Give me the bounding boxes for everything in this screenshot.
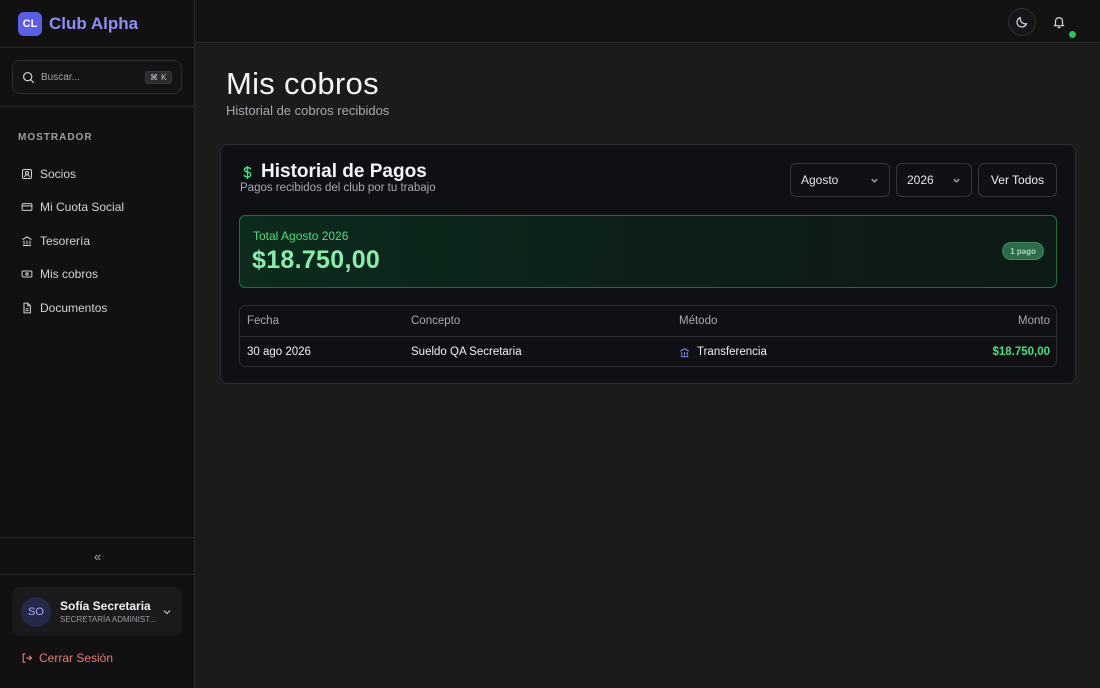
month-select-value: Agosto xyxy=(801,173,839,187)
year-select-value: 2026 xyxy=(907,173,934,187)
total-label: Total Agosto 2026 xyxy=(253,229,349,243)
avatar: SO xyxy=(21,596,51,627)
sidebar-item-documentos[interactable]: Documentos xyxy=(0,291,194,325)
brand-name: Club Alpha xyxy=(49,13,139,33)
user-role: SECRETARÍA ADMINIST... xyxy=(60,615,156,624)
page-title: Mis cobros xyxy=(226,66,379,101)
sidebar-item-tesoreria[interactable]: Tesorería xyxy=(0,224,194,258)
logout-button[interactable]: Cerrar Sesión xyxy=(21,651,113,665)
card-title-text: Historial de Pagos xyxy=(261,161,427,182)
year-select[interactable]: 2026 xyxy=(896,163,972,197)
column-header-monto: Monto xyxy=(1018,315,1050,327)
user-menu[interactable]: SO Sofía Secretaria SECRETARÍA ADMINIST.… xyxy=(12,587,182,636)
bank-icon xyxy=(680,347,689,357)
sidebar-item-cuota-social[interactable]: Mi Cuota Social xyxy=(0,191,194,225)
cell-method: Transferencia xyxy=(679,346,879,358)
search-placeholder: Buscar... xyxy=(41,71,80,83)
search-input[interactable]: Buscar... ⌘ K xyxy=(12,60,182,94)
column-header-concepto: Concepto xyxy=(411,315,461,327)
chevron-down-icon xyxy=(871,178,878,183)
month-select[interactable]: Agosto xyxy=(790,163,890,197)
logout-label: Cerrar Sesión xyxy=(39,651,114,665)
sidebar-item-socios[interactable]: Socios xyxy=(0,157,194,191)
document-icon xyxy=(23,302,31,314)
moon-icon xyxy=(1016,16,1028,28)
banknote-icon xyxy=(21,270,33,278)
chevron-down-icon xyxy=(953,178,960,183)
bank-icon xyxy=(22,236,32,246)
sidebar-item-label: Mis cobros xyxy=(40,267,99,282)
dollar-icon xyxy=(243,165,252,179)
sidebar-item-label: Documentos xyxy=(40,300,108,315)
sidebar-nav: Socios Mi Cuota Social Tesorería Mis cob… xyxy=(0,157,194,325)
user-info: Sofía Secretaria SECRETARÍA ADMINIST... xyxy=(60,599,162,624)
brand-logo: CL xyxy=(18,11,42,36)
sidebar: CL Club Alpha Buscar... ⌘ K MOSTRADOR So… xyxy=(0,0,195,688)
column-header-fecha: Fecha xyxy=(247,315,279,327)
cell-amount: $18.750,00 xyxy=(992,346,1050,358)
view-all-button[interactable]: Ver Todos xyxy=(978,163,1057,197)
bell-icon xyxy=(1053,17,1065,29)
column-header-metodo: Método xyxy=(679,315,718,327)
search-shortcut: ⌘ K xyxy=(144,70,172,84)
brand[interactable]: CL Club Alpha xyxy=(0,0,194,48)
payment-count-badge: 1 pago xyxy=(1002,242,1044,260)
collapse-sidebar-button[interactable]: « xyxy=(0,537,195,575)
cell-concept: Sueldo QA Secretaria xyxy=(411,346,522,358)
cell-date: 30 ago 2026 xyxy=(247,346,311,358)
top-bar xyxy=(196,0,1100,43)
credit-card-icon xyxy=(21,203,33,212)
sidebar-item-label: Mi Cuota Social xyxy=(40,200,125,215)
notification-indicator xyxy=(1069,31,1076,38)
double-chevron-left-icon: « xyxy=(93,548,102,564)
table-header: Fecha Concepto Método Monto xyxy=(240,306,1056,337)
users-icon xyxy=(21,168,33,179)
payment-history-card: Historial de Pagos Pagos recibidos del c… xyxy=(220,144,1076,384)
card-subtitle: Pagos recibidos del club por tu trabajo xyxy=(240,182,436,194)
logout-icon xyxy=(22,653,33,663)
payments-table: Fecha Concepto Método Monto 30 ago 2026 … xyxy=(239,305,1057,367)
cell-method-text: Transferencia xyxy=(697,346,767,358)
sidebar-item-label: Tesorería xyxy=(40,233,91,248)
card-title: Historial de Pagos xyxy=(241,161,427,183)
total-value: $18.750,00 xyxy=(252,246,381,274)
chevron-down-icon xyxy=(163,609,171,614)
sidebar-item-label: Socios xyxy=(40,166,77,181)
nav-section-label: MOSTRADOR xyxy=(18,132,93,143)
sidebar-item-mis-cobros[interactable]: Mis cobros xyxy=(0,258,194,292)
total-summary: Total Agosto 2026 $18.750,00 1 pago xyxy=(239,215,1057,288)
user-name: Sofía Secretaria xyxy=(60,599,151,613)
theme-toggle-button[interactable] xyxy=(1008,8,1036,36)
search-icon xyxy=(22,71,35,83)
table-row[interactable]: 30 ago 2026 Sueldo QA Secretaria Transfe… xyxy=(240,337,1056,366)
search-container: Buscar... ⌘ K xyxy=(0,48,194,107)
page-subtitle: Historial de cobros recibidos xyxy=(226,103,390,118)
